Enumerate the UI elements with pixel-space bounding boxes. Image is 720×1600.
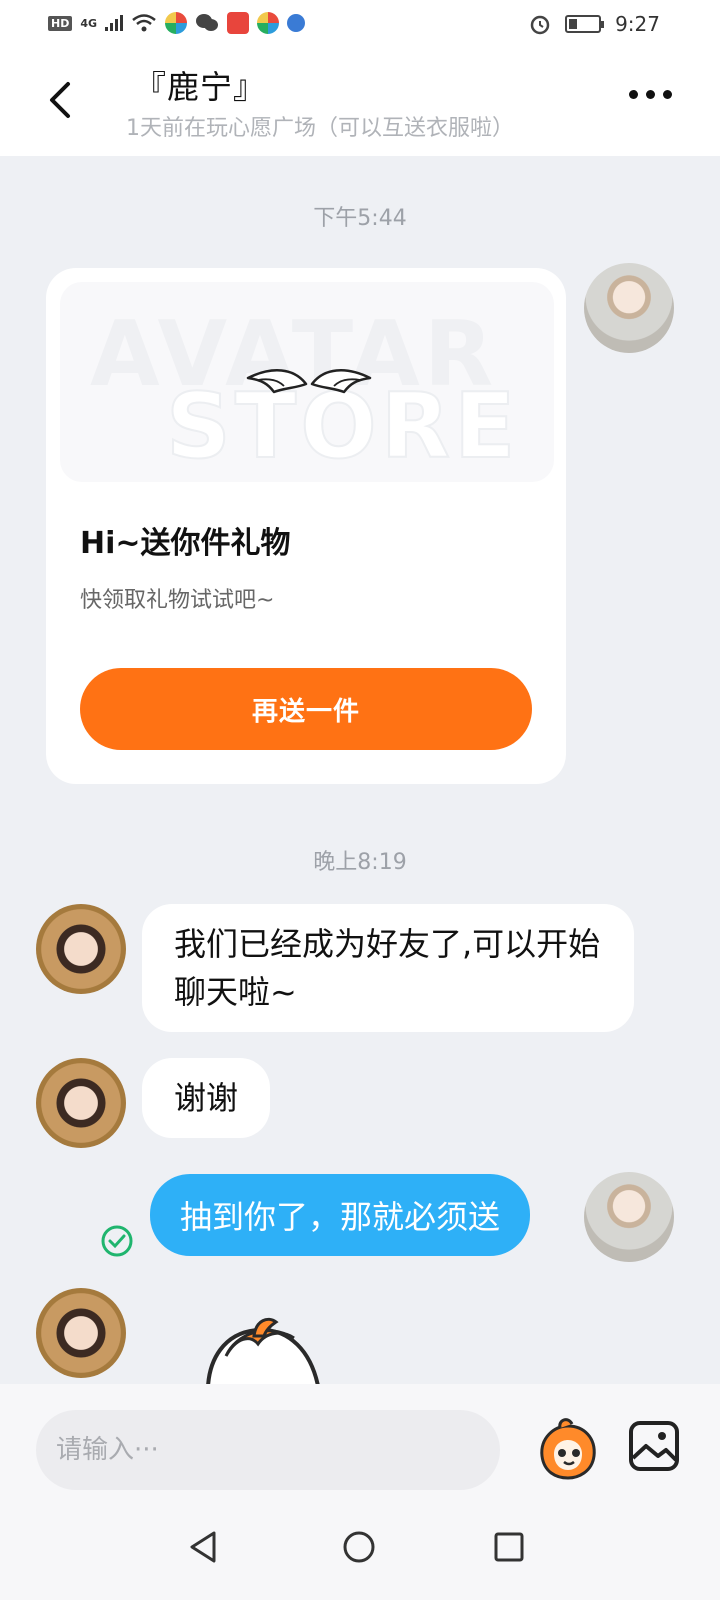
message-bubble[interactable]: 我们已经成为好友了,可以开始聊天啦~: [142, 904, 634, 1032]
self-avatar[interactable]: [584, 1172, 674, 1262]
nav-back-icon[interactable]: [188, 1530, 218, 1564]
message-timestamp: 晚上8:19: [313, 850, 407, 875]
nav-recent-apps-icon[interactable]: [494, 1532, 524, 1562]
system-nav-bar: [0, 1500, 720, 1600]
emoji-sticker-button[interactable]: [534, 1416, 602, 1480]
more-options-button[interactable]: [629, 90, 672, 99]
contact-name: 『鹿宁』: [134, 68, 267, 106]
wings-icon: [246, 369, 372, 394]
wifi-icon: [132, 14, 156, 32]
clock: 9:27: [615, 12, 660, 36]
gift-title: Hi~送你件礼物: [80, 526, 291, 561]
gift-banner: AVATAR STORE: [60, 282, 554, 482]
send-another-gift-button[interactable]: 再送一件: [80, 668, 532, 750]
alarm-icon: [530, 15, 550, 35]
app-icon-2: [227, 12, 250, 34]
own-message-bubble[interactable]: 抽到你了，那就必须送: [150, 1174, 531, 1256]
network-type: 4G: [80, 16, 98, 30]
status-right-icons: 9:27: [529, 12, 660, 36]
gift-card[interactable]: AVATAR STORE Hi~送你件礼物 快领取礼物试试吧~ 再送一件: [46, 268, 566, 784]
message-timestamp: 下午5:44: [313, 206, 407, 231]
message-input[interactable]: [36, 1410, 500, 1490]
contact-status: 1天前在玩心愿广场（可以互送衣服啦）: [126, 116, 514, 141]
friend-avatar[interactable]: [36, 1288, 126, 1378]
image-picker-button[interactable]: [628, 1420, 680, 1472]
back-button[interactable]: [40, 78, 84, 122]
friend-avatar[interactable]: [36, 1058, 126, 1148]
friend-avatar[interactable]: [36, 904, 126, 994]
app-icon-4: [287, 14, 306, 32]
gift-description: 快领取礼物试试吧~: [80, 588, 275, 613]
chat-messages[interactable]: 下午5:44 AVATAR STORE Hi~送你件礼物 快领取礼物试试吧~ 再…: [0, 156, 720, 1384]
nav-home-icon[interactable]: [342, 1530, 376, 1564]
hd-badge: HD: [48, 15, 73, 31]
app-icon-3: [257, 12, 280, 34]
sticker-image[interactable]: [196, 1308, 336, 1384]
self-avatar[interactable]: [584, 263, 674, 353]
message-bubble[interactable]: 谢谢: [142, 1058, 271, 1138]
read-check-icon: [101, 1225, 133, 1257]
status-left-icons: HD 4G: [48, 12, 306, 34]
chat-header: 『鹿宁』 1天前在玩心愿广场（可以互送衣服啦）: [0, 48, 720, 156]
signal-icon: [105, 15, 124, 31]
battery-icon: [565, 15, 605, 33]
wechat-icon: [196, 14, 219, 31]
app-icon-1: [165, 12, 188, 34]
input-bar: [0, 1384, 720, 1500]
status-bar: HD 4G 9:27: [0, 0, 720, 48]
